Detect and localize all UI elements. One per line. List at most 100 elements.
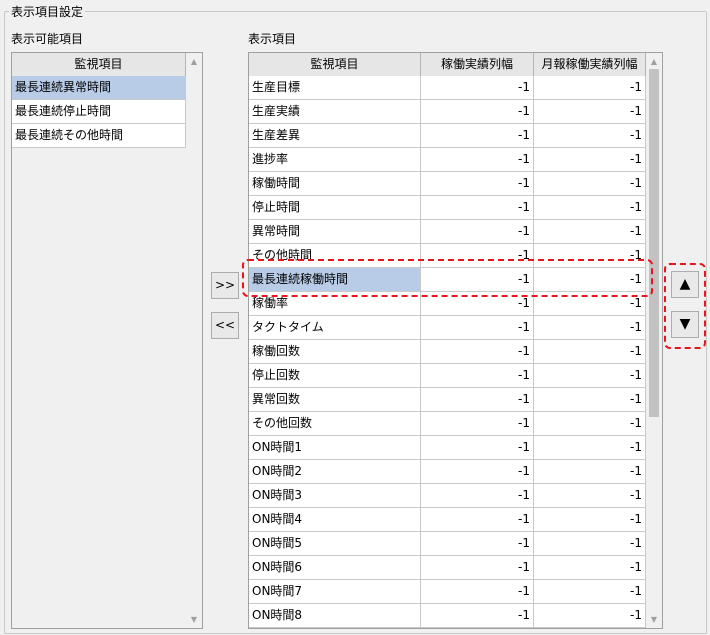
width-cell[interactable]: -1	[421, 76, 534, 100]
monthly-width-cell[interactable]: -1	[534, 388, 646, 412]
item-name-cell: 生産実績	[249, 100, 421, 124]
monthly-width-cell[interactable]: -1	[534, 220, 646, 244]
display-items-table[interactable]: 監視項目 稼働実績列幅 月報稼働実績列幅 生産目標 -1 -1 生産実績 -1 -1 生産差…	[248, 52, 663, 629]
width-cell[interactable]: -1	[421, 364, 534, 388]
monthly-width-cell[interactable]: -1	[534, 532, 646, 556]
move-buttons-highlight	[664, 263, 706, 349]
table-row[interactable]: 生産実績 -1 -1	[249, 100, 646, 124]
table-row[interactable]: 生産差異 -1 -1	[249, 124, 646, 148]
monthly-width-cell[interactable]: -1	[534, 196, 646, 220]
width-cell[interactable]: -1	[421, 316, 534, 340]
width-cell[interactable]: -1	[421, 508, 534, 532]
width-cell[interactable]: -1	[421, 412, 534, 436]
scroll-up-icon[interactable]: ▲	[646, 57, 662, 66]
item-name-cell: ON時間2	[249, 460, 421, 484]
scrollbar[interactable]: ▲ ▼	[186, 53, 202, 628]
width-cell[interactable]: -1	[421, 172, 534, 196]
add-button[interactable]: >>	[211, 272, 239, 299]
monthly-width-cell[interactable]: -1	[534, 412, 646, 436]
item-name-cell: ON時間4	[249, 508, 421, 532]
monthly-width-cell[interactable]: -1	[534, 364, 646, 388]
monthly-width-cell[interactable]: -1	[534, 436, 646, 460]
monthly-width-cell[interactable]: -1	[534, 100, 646, 124]
table-row[interactable]: ON時間7 -1 -1	[249, 580, 646, 604]
table-row[interactable]: 進捗率 -1 -1	[249, 148, 646, 172]
width-cell[interactable]: -1	[421, 604, 534, 628]
monthly-width-cell[interactable]: -1	[534, 316, 646, 340]
width-cell[interactable]: -1	[421, 124, 534, 148]
column-header[interactable]: 稼働実績列幅	[421, 53, 534, 77]
width-cell[interactable]: -1	[421, 340, 534, 364]
table-row[interactable]: ON時間5 -1 -1	[249, 532, 646, 556]
item-name-cell: 異常回数	[249, 388, 421, 412]
width-cell[interactable]: -1	[421, 484, 534, 508]
scroll-down-icon[interactable]: ▼	[646, 615, 662, 624]
item-name-cell: 生産差異	[249, 124, 421, 148]
item-name-cell: その他回数	[249, 412, 421, 436]
width-cell[interactable]: -1	[421, 220, 534, 244]
item-name-cell: 停止回数	[249, 364, 421, 388]
monthly-width-cell[interactable]: -1	[534, 148, 646, 172]
table-row[interactable]: 停止時間 -1 -1	[249, 196, 646, 220]
item-name-cell: 異常時間	[249, 220, 421, 244]
monthly-width-cell[interactable]: -1	[534, 580, 646, 604]
table-row[interactable]: 生産目標 -1 -1	[249, 76, 646, 100]
table-row[interactable]: ON時間1 -1 -1	[249, 436, 646, 460]
monthly-width-cell[interactable]: -1	[534, 484, 646, 508]
selected-row-highlight	[242, 259, 653, 297]
table-row[interactable]: 異常回数 -1 -1	[249, 388, 646, 412]
scroll-up-icon[interactable]: ▲	[186, 57, 202, 66]
item-name-cell: ON時間1	[249, 436, 421, 460]
column-header[interactable]: 月報稼働実績列幅	[534, 53, 646, 77]
monthly-width-cell[interactable]: -1	[534, 604, 646, 628]
monthly-width-cell[interactable]: -1	[534, 172, 646, 196]
scrollbar[interactable]: ▲ ▼	[646, 53, 662, 628]
width-cell[interactable]: -1	[421, 388, 534, 412]
monthly-width-cell[interactable]: -1	[534, 124, 646, 148]
scroll-down-icon[interactable]: ▼	[186, 615, 202, 624]
column-header[interactable]: 監視項目	[12, 53, 186, 77]
table-row[interactable]: ON時間6 -1 -1	[249, 556, 646, 580]
width-cell[interactable]: -1	[421, 100, 534, 124]
width-cell[interactable]: -1	[421, 436, 534, 460]
remove-button[interactable]: <<	[211, 312, 239, 339]
table-row[interactable]: ON時間8 -1 -1	[249, 604, 646, 628]
monthly-width-cell[interactable]: -1	[534, 76, 646, 100]
monthly-width-cell[interactable]: -1	[534, 508, 646, 532]
available-label: 表示可能項目	[11, 32, 84, 46]
table-row[interactable]: 停止回数 -1 -1	[249, 364, 646, 388]
display-label: 表示項目	[248, 32, 297, 46]
item-label: 最長連続その他時間	[12, 124, 186, 148]
list-item[interactable]: 最長連続その他時間	[12, 124, 186, 148]
scroll-thumb[interactable]	[649, 69, 659, 417]
item-name-cell: タクトタイム	[249, 316, 421, 340]
width-cell[interactable]: -1	[421, 196, 534, 220]
width-cell[interactable]: -1	[421, 532, 534, 556]
monthly-width-cell[interactable]: -1	[534, 556, 646, 580]
item-name-cell: ON時間3	[249, 484, 421, 508]
table-row[interactable]: ON時間3 -1 -1	[249, 484, 646, 508]
available-items-list[interactable]: 監視項目 ▲ ▼ 最長連続異常時間 最長連続停止時間 最長連続その他時間	[11, 52, 203, 629]
table-row[interactable]: ON時間2 -1 -1	[249, 460, 646, 484]
table-row[interactable]: タクトタイム -1 -1	[249, 316, 646, 340]
item-label: 最長連続停止時間	[12, 100, 186, 124]
table-row[interactable]: 異常時間 -1 -1	[249, 220, 646, 244]
table-row[interactable]: 稼働時間 -1 -1	[249, 172, 646, 196]
column-header[interactable]: 監視項目	[249, 53, 421, 77]
item-name-cell: 進捗率	[249, 148, 421, 172]
monthly-width-cell[interactable]: -1	[534, 460, 646, 484]
table-row[interactable]: 稼働回数 -1 -1	[249, 340, 646, 364]
item-name-cell: ON時間7	[249, 580, 421, 604]
group-title: 表示項目設定	[9, 3, 86, 20]
item-name-cell: ON時間5	[249, 532, 421, 556]
list-item[interactable]: 最長連続異常時間	[12, 76, 186, 100]
width-cell[interactable]: -1	[421, 148, 534, 172]
table-row[interactable]: ON時間4 -1 -1	[249, 508, 646, 532]
list-item[interactable]: 最長連続停止時間	[12, 100, 186, 124]
item-name-cell: 稼働時間	[249, 172, 421, 196]
width-cell[interactable]: -1	[421, 556, 534, 580]
width-cell[interactable]: -1	[421, 580, 534, 604]
width-cell[interactable]: -1	[421, 460, 534, 484]
monthly-width-cell[interactable]: -1	[534, 340, 646, 364]
table-row[interactable]: その他回数 -1 -1	[249, 412, 646, 436]
